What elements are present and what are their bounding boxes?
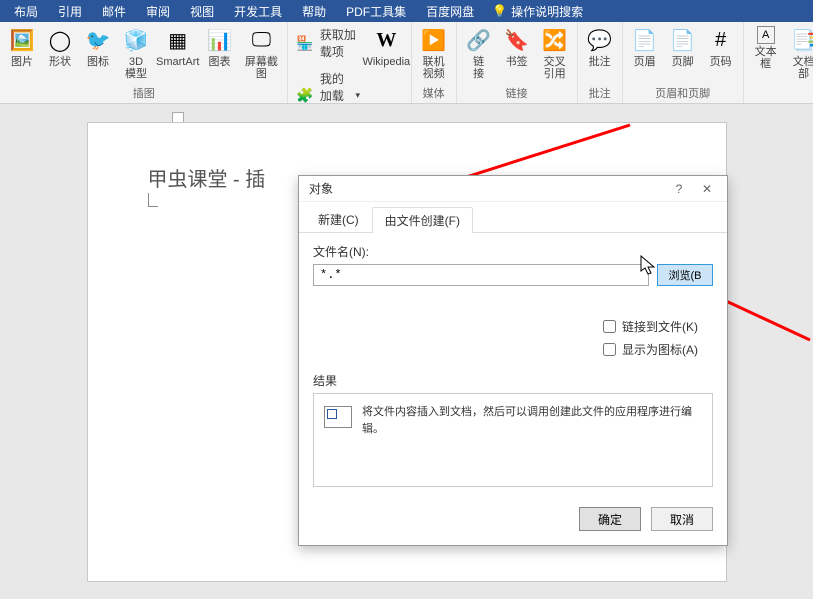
- btn-textbox[interactable]: A文本框: [748, 24, 784, 99]
- btn-crossref[interactable]: 🔀交叉引用: [537, 24, 573, 83]
- comment-icon: 💬: [586, 26, 614, 54]
- textbox-icon: A: [757, 26, 775, 44]
- filename-input[interactable]: [313, 264, 649, 286]
- menubar: 布局 引用 邮件 审阅 视图 开发工具 帮助 PDF工具集 百度网盘 💡 操作说…: [0, 0, 813, 22]
- btn-bookmark[interactable]: 🔖书签: [499, 24, 535, 83]
- btn-smartart[interactable]: ▦SmartArt: [156, 24, 199, 83]
- menu-developer[interactable]: 开发工具: [224, 3, 292, 20]
- addins-icon: 🧩: [296, 86, 313, 106]
- result-description: 将文件内容插入到文档，然后可以调用创建此文件的应用程序进行编辑。: [362, 404, 702, 437]
- ribbon-group-illustrations: 🖼️图片 ◯形状 🐦图标 🧊3D 模型 ▦SmartArt 📊图表 🖵屏幕截图 …: [0, 22, 288, 103]
- menu-view[interactable]: 视图: [180, 3, 224, 20]
- dialog-tabs: 新建(C) 由文件创建(F): [299, 202, 727, 233]
- menu-review[interactable]: 审阅: [136, 3, 180, 20]
- filename-label: 文件名(N):: [313, 243, 713, 260]
- btn-shapes[interactable]: ◯形状: [42, 24, 78, 83]
- btn-docparts[interactable]: 📑文档部: [786, 24, 813, 99]
- btn-header[interactable]: 📄页眉: [627, 24, 663, 83]
- menu-references[interactable]: 引用: [48, 3, 92, 20]
- dialog-titlebar[interactable]: 对象 ? ✕: [299, 176, 727, 202]
- bulb-icon: 💡: [492, 4, 507, 18]
- btn-comment[interactable]: 💬批注: [582, 24, 618, 83]
- menu-pdf[interactable]: PDF工具集: [336, 3, 416, 20]
- crossref-icon: 🔀: [541, 26, 569, 54]
- icon-checkbox-input[interactable]: [603, 343, 616, 356]
- link-icon: 🔗: [465, 26, 493, 54]
- menu-layout[interactable]: 布局: [4, 3, 48, 20]
- btn-3dmodels[interactable]: 🧊3D 模型: [118, 24, 154, 83]
- store-icon: 🏪: [296, 33, 313, 53]
- ribbon-group-headerfooter: 📄页眉 📄页脚 #页码 页眉和页脚: [623, 22, 744, 103]
- result-label: 结果: [313, 372, 713, 389]
- header-icon: 📄: [631, 26, 659, 54]
- dialog-title: 对象: [309, 180, 665, 197]
- browse-button[interactable]: 浏览(B: [657, 264, 713, 286]
- footer-icon: 📄: [669, 26, 697, 54]
- text-cursor: [148, 193, 158, 207]
- display-as-icon-checkbox[interactable]: 显示为图标(A): [603, 341, 698, 358]
- ribbon-group-text: A文本框 📑文档部: [744, 22, 813, 103]
- pagenum-icon: #: [707, 26, 735, 54]
- video-icon: ▶️: [420, 26, 448, 54]
- bookmark-icon: 🔖: [503, 26, 531, 54]
- tab-create-from-file[interactable]: 由文件创建(F): [372, 207, 473, 233]
- btn-online-video[interactable]: ▶️联机视频: [416, 24, 452, 83]
- btn-link[interactable]: 🔗链 接: [461, 24, 497, 83]
- result-box: 将文件内容插入到文档，然后可以调用创建此文件的应用程序进行编辑。: [313, 393, 713, 487]
- ribbon-group-media: ▶️联机视频 媒体: [412, 22, 457, 103]
- ribbon: 🖼️图片 ◯形状 🐦图标 🧊3D 模型 ▦SmartArt 📊图表 🖵屏幕截图 …: [0, 22, 813, 104]
- menu-help[interactable]: 帮助: [292, 3, 336, 20]
- chart-icon: 📊: [205, 26, 233, 54]
- ok-button[interactable]: 确定: [579, 507, 641, 531]
- screenshot-icon: 🖵: [247, 26, 275, 54]
- picture-icon: 🖼️: [8, 26, 36, 54]
- object-dialog: 对象 ? ✕ 新建(C) 由文件创建(F) 文件名(N): 浏览(B 链接到文件…: [298, 175, 728, 546]
- btn-pagenum[interactable]: #页码: [703, 24, 739, 83]
- cube-icon: 🧊: [122, 26, 150, 54]
- icons-icon: 🐦: [84, 26, 112, 54]
- tell-me-search[interactable]: 💡 操作说明搜索: [492, 3, 583, 20]
- btn-pictures[interactable]: 🖼️图片: [4, 24, 40, 83]
- btn-screenshot[interactable]: 🖵屏幕截图: [239, 24, 283, 83]
- docparts-icon: 📑: [790, 26, 813, 54]
- tab-create-new[interactable]: 新建(C): [305, 206, 372, 232]
- btn-get-addins[interactable]: 🏪获取加载项: [292, 24, 364, 62]
- shapes-icon: ◯: [46, 26, 74, 54]
- menu-mailings[interactable]: 邮件: [92, 3, 136, 20]
- btn-icons[interactable]: 🐦图标: [80, 24, 116, 83]
- result-preview-icon: [324, 406, 352, 428]
- link-checkbox-input[interactable]: [603, 320, 616, 333]
- smartart-icon: ▦: [164, 26, 192, 54]
- ribbon-group-links: 🔗链 接 🔖书签 🔀交叉引用 链接: [457, 22, 578, 103]
- menu-baidu[interactable]: 百度网盘: [416, 3, 484, 20]
- wikipedia-icon: W: [372, 26, 400, 54]
- cancel-button[interactable]: 取消: [651, 507, 713, 531]
- close-button[interactable]: ✕: [693, 179, 721, 199]
- ribbon-group-addins: 🏪获取加载项 🧩我的加载项 ▾ WWikipedia 加载项: [288, 22, 411, 103]
- link-to-file-checkbox[interactable]: 链接到文件(K): [603, 318, 698, 335]
- btn-chart[interactable]: 📊图表: [201, 24, 237, 83]
- help-button[interactable]: ?: [665, 179, 693, 199]
- btn-footer[interactable]: 📄页脚: [665, 24, 701, 83]
- ribbon-group-comments: 💬批注 批注: [578, 22, 623, 103]
